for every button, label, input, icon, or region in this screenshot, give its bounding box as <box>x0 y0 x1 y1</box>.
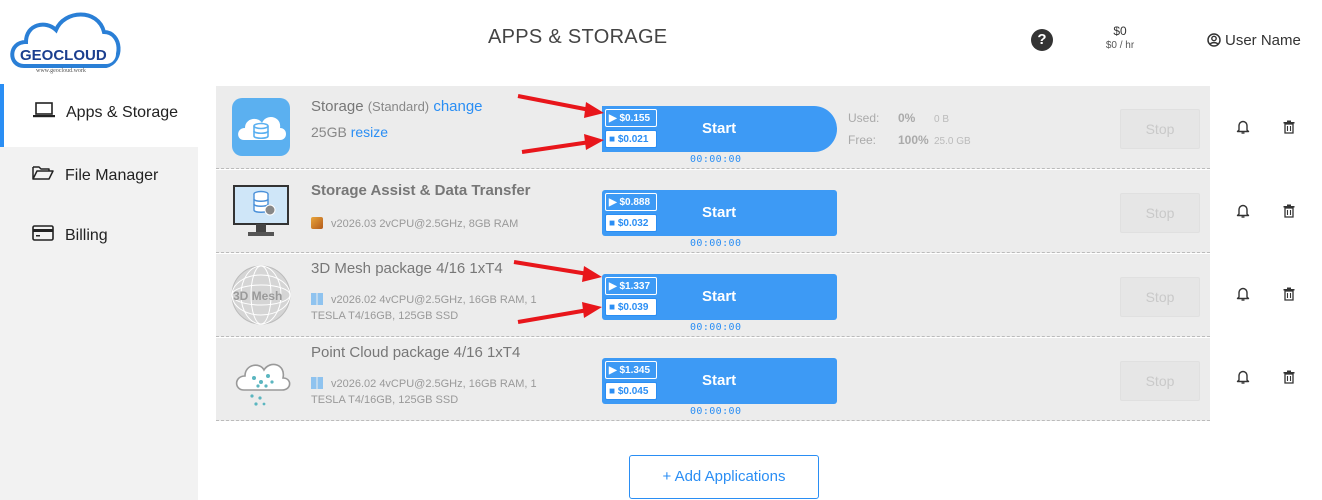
start-label: Start <box>702 372 737 389</box>
app-row-point-cloud: Point Cloud package 4/16 1xT4 v2026.02 4… <box>216 338 1210 421</box>
credit-card-icon <box>32 225 54 246</box>
bell-icon[interactable] <box>1236 369 1250 385</box>
timer: 00:00:00 <box>690 154 742 165</box>
sidebar: Apps & Storage File Manager Billing <box>0 84 202 500</box>
spec-line-2: TESLA T4/16GB, 125GB SSD <box>311 310 459 322</box>
start-label: Start <box>702 120 737 137</box>
run-price-badge: ▶ $0.155 <box>605 109 657 127</box>
run-price-badge: ▶ $1.345 <box>605 361 657 379</box>
laptop-icon <box>33 102 55 123</box>
app-name: 3D Mesh package 4/16 1xT4 <box>311 260 503 277</box>
mesh-icon-label: 3D Mesh <box>233 289 282 303</box>
windows-icon <box>311 377 323 389</box>
start-button[interactable]: ▶ $1.345 ■ $0.045 Start <box>602 358 837 404</box>
run-price-badge: ▶ $0.888 <box>605 193 657 211</box>
header: GEOCLOUD www.geocloud.work APPS & STORAG… <box>0 0 1322 84</box>
app-spec: v2026.03 2vCPU@2.5GHz, 8GB RAM <box>311 216 571 232</box>
start-label: Start <box>702 204 737 221</box>
trash-icon[interactable] <box>1283 287 1295 301</box>
trash-icon[interactable] <box>1283 120 1295 134</box>
cost-total: $0 <box>1113 24 1127 38</box>
geocloud-logo[interactable]: GEOCLOUD www.geocloud.work <box>6 6 122 76</box>
windows-icon <box>311 293 323 305</box>
free-pct: 100% <box>898 133 929 147</box>
bell-icon[interactable] <box>1236 286 1250 302</box>
user-name: User Name <box>1225 32 1301 49</box>
storage-size: 25GB resize <box>311 124 388 140</box>
storage-cloud-icon <box>230 96 292 158</box>
sidebar-item-label: Billing <box>65 227 108 244</box>
start-button[interactable]: ▶ $0.155 ■ $0.021 Start <box>602 106 837 152</box>
help-icon[interactable]: ? <box>1031 29 1053 51</box>
spec-line: v2026.02 4vCPU@2.5GHz, 16GB RAM, 1 <box>331 378 537 390</box>
add-applications-button[interactable]: + Add Applications <box>629 455 819 499</box>
annotation-arrows-mesh <box>513 260 602 324</box>
sidebar-item-file-manager[interactable]: File Manager <box>0 147 198 207</box>
cost-rate: $0 / hr <box>1105 40 1135 51</box>
bell-icon[interactable] <box>1236 203 1250 219</box>
svg-text:www.geocloud.work: www.geocloud.work <box>36 68 86 74</box>
sidebar-item-billing[interactable]: Billing <box>0 207 198 267</box>
start-label: Start <box>702 288 737 305</box>
sidebar-item-apps-storage[interactable]: Apps & Storage <box>0 84 202 147</box>
linux-icon <box>311 217 323 229</box>
bell-icon[interactable] <box>1236 119 1250 135</box>
app-row-storage-assist: Storage Assist & Data Transfer v2026.03 … <box>216 170 1210 253</box>
free-label: Free: <box>848 133 877 147</box>
monitor-database-icon <box>230 180 292 242</box>
app-name: Storage Assist & Data Transfer <box>311 182 531 199</box>
run-price-badge: ▶ $1.337 <box>605 277 657 295</box>
folder-open-icon <box>32 165 54 186</box>
start-button[interactable]: ▶ $1.337 ■ $0.039 Start <box>602 274 837 320</box>
app-name: Storage <box>311 98 364 115</box>
resize-link[interactable]: resize <box>351 124 388 140</box>
stop-price-badge: ■ $0.039 <box>605 298 657 316</box>
stop-price-badge: ■ $0.045 <box>605 382 657 400</box>
used-label: Used: <box>848 111 880 125</box>
used-size: 0 B <box>934 114 950 125</box>
stop-button[interactable]: Stop <box>1120 277 1200 317</box>
trash-icon[interactable] <box>1283 204 1295 218</box>
free-size: 25.0 GB <box>934 136 971 147</box>
annotation-arrows-top <box>517 94 604 154</box>
start-button[interactable]: ▶ $0.888 ■ $0.032 Start <box>602 190 837 236</box>
mesh-sphere-icon: 3D Mesh <box>230 264 292 326</box>
app-name: Point Cloud package 4/16 1xT4 <box>311 344 521 361</box>
svg-text:GEOCLOUD: GEOCLOUD <box>20 47 107 64</box>
point-cloud-icon <box>230 348 292 410</box>
timer: 00:00:00 <box>690 238 742 249</box>
stop-price-badge: ■ $0.021 <box>605 130 657 148</box>
app-spec: v2026.02 4vCPU@2.5GHz, 16GB RAM, 1 TESLA… <box>311 376 571 408</box>
sidebar-item-label: File Manager <box>65 167 159 184</box>
stop-price-badge: ■ $0.032 <box>605 214 657 232</box>
user-menu[interactable]: User Name <box>1207 32 1301 49</box>
used-pct: 0% <box>898 111 916 125</box>
app-title: Storage (Standard) change <box>311 98 483 115</box>
user-circle-icon <box>1207 33 1221 47</box>
sidebar-item-label: Apps & Storage <box>66 104 179 121</box>
spec-line: v2026.03 2vCPU@2.5GHz, 8GB RAM <box>331 218 519 230</box>
spec-line: v2026.02 4vCPU@2.5GHz, 16GB RAM, 1 <box>331 294 537 306</box>
trash-icon[interactable] <box>1283 370 1295 384</box>
size-value: 25GB <box>311 124 347 140</box>
timer: 00:00:00 <box>690 406 742 417</box>
stop-button[interactable]: Stop <box>1120 109 1200 149</box>
timer: 00:00:00 <box>690 322 742 333</box>
change-link[interactable]: change <box>433 98 482 115</box>
page-title: APPS & STORAGE <box>488 26 668 48</box>
app-row-3d-mesh: 3D Mesh 3D Mesh package 4/16 1xT4 v2026.… <box>216 254 1210 337</box>
stop-button[interactable]: Stop <box>1120 361 1200 401</box>
spec-line-2: TESLA T4/16GB, 125GB SSD <box>311 394 459 406</box>
stop-button[interactable]: Stop <box>1120 193 1200 233</box>
storage-tier: (Standard) <box>367 99 430 114</box>
cost-display: $0 $0 / hr <box>1100 24 1140 51</box>
storage-usage: Used: 0% 0 B Free: 100% 25.0 GB <box>848 108 971 152</box>
app-row-storage: Storage (Standard) change 25GB resize ▶ … <box>216 86 1210 169</box>
